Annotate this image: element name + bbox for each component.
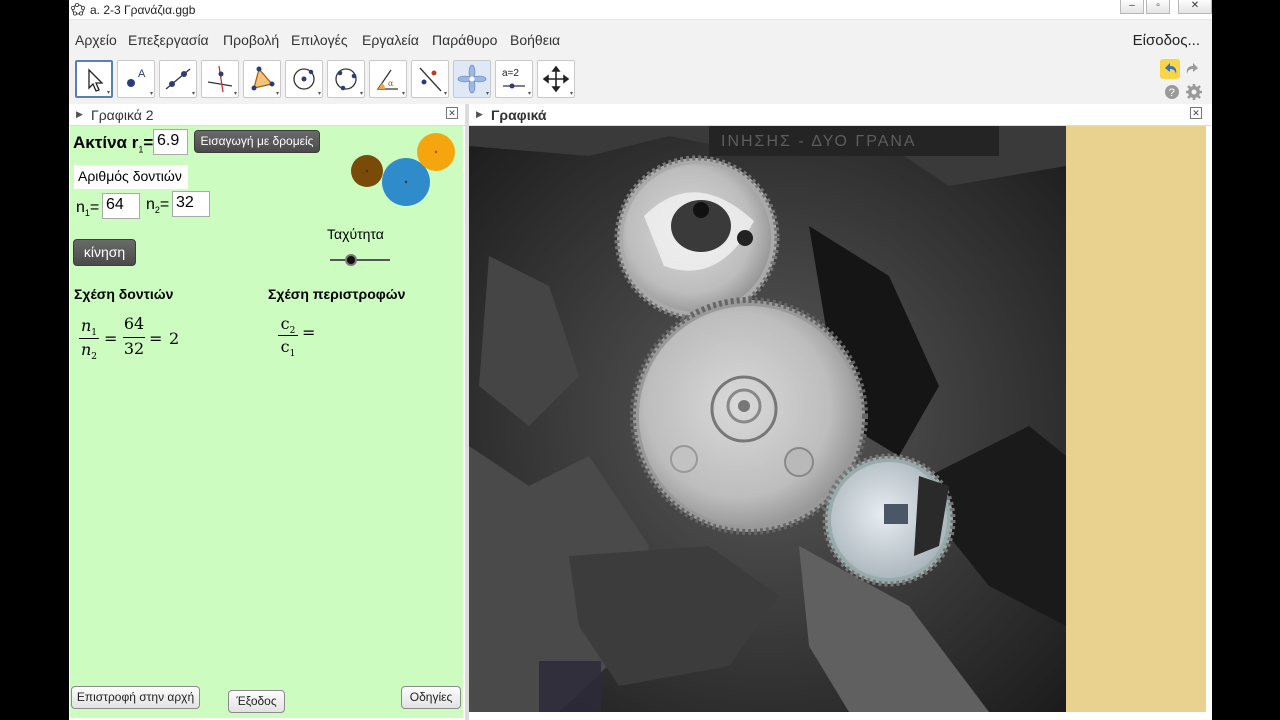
undo-icon[interactable] (1160, 59, 1180, 79)
close-panel-icon[interactable]: ✕ (1190, 107, 1202, 119)
circle-three-points-icon (335, 68, 357, 91)
geogebra-window: a. 2-3 Γρανάζια.ggb – ▫ ✕ Αρχείο Επεξεργ… (69, 0, 1212, 720)
menu-options[interactable]: Επιλογές (291, 32, 348, 48)
point-tool[interactable]: A ▾ (117, 60, 155, 98)
close-panel-icon[interactable]: ✕ (446, 107, 458, 119)
teeth-count-title: Αριθμός δοντιών (78, 168, 182, 184)
n2-input[interactable]: 32 (172, 191, 210, 217)
restore-button[interactable]: ▫ (1146, 0, 1170, 14)
graphics-header: ▶ Γραφικά ✕ (469, 104, 1212, 126)
perpendicular-line-icon (207, 65, 233, 93)
gears-preview (351, 133, 455, 206)
line-tool[interactable]: ▾ (159, 60, 197, 98)
svg-text:A: A (138, 68, 146, 80)
polygon-tool[interactable]: ▾ (243, 60, 281, 98)
menu-help[interactable]: Βοήθεια (510, 32, 560, 48)
slider-line-icon (503, 83, 525, 89)
teeth-formula-64: 64 (123, 314, 145, 333)
rotation-formula-c2: c2 (280, 314, 296, 337)
circle-three-points-tool[interactable]: ▾ (327, 60, 365, 98)
rotation-relation-title: Σχέση περιστροφών (268, 286, 406, 302)
point-icon: A (127, 68, 146, 87)
graphics-2-canvas[interactable]: Ακτίνα r1= 6.9 Εισαγωγή με δρομείς Αριθμ… (70, 126, 463, 718)
svg-text:?: ? (1169, 87, 1175, 99)
close-window-button[interactable]: ✕ (1178, 0, 1212, 14)
redo-icon[interactable] (1183, 59, 1203, 79)
move-cross-arrows-icon (542, 65, 570, 93)
motion-button[interactable]: κίνηση (73, 239, 136, 266)
teeth-formula-eq1: = (104, 329, 118, 348)
slider-input-button[interactable]: Εισαγωγή με δρομείς (194, 130, 320, 153)
back-to-start-button[interactable]: Επιστροφή στην αρχή (71, 686, 200, 709)
speed-label: Ταχύτητα (327, 226, 384, 242)
expand-arrow-icon[interactable]: ▶ (76, 109, 83, 120)
text-tool[interactable]: a=2 ▾ (495, 60, 533, 98)
graphics-2-title: Γραφικά 2 (91, 107, 154, 123)
angle-icon: α (376, 69, 398, 90)
gear-icon[interactable] (1184, 82, 1204, 102)
speed-slider-knob[interactable] (345, 254, 357, 266)
gears-photo-drawing: ΙΝΗΣΗΣ - ΔΥΟ ΓΡΑΝΑ (469, 126, 1066, 712)
perpendicular-tool[interactable]: ▾ (201, 60, 239, 98)
teeth-formula-n2: n2 (80, 340, 98, 363)
fraction-bar (79, 338, 99, 339)
graphics-panel: ▶ Γραφικά ✕ ΙΝΗΣΗΣ - ΔΥΟ ΓΡΑΝΑ (469, 104, 1212, 720)
graphics-2-panel: ▶ Γραφικά 2 ✕ Ακτίνα r1= 6.9 Εισαγωγή με… (69, 104, 465, 720)
move-graphics-view-tool[interactable]: ▾ (537, 60, 575, 98)
teeth-relation-title: Σχέση δοντιών (74, 286, 174, 302)
gears-photo: ΙΝΗΣΗΣ - ΔΥΟ ΓΡΑΝΑ (469, 126, 1066, 712)
photo-caption: ΙΝΗΣΗΣ - ΔΥΟ ΓΡΑΝΑ (721, 133, 917, 150)
small-gear-photo (822, 453, 956, 587)
title-bar: a. 2-3 Γρανάζια.ggb – ▫ ✕ (69, 0, 1212, 20)
menu-view[interactable]: Προβολή (223, 32, 279, 48)
teeth-formula-32: 32 (123, 339, 145, 358)
radius-input[interactable]: 6.9 (153, 129, 188, 155)
reflect-line-icon (419, 67, 442, 92)
svg-text:α: α (388, 79, 394, 88)
minimize-button[interactable]: – (1120, 0, 1144, 14)
angle-tool[interactable]: α ▾ (369, 60, 407, 98)
polygon-icon (251, 66, 275, 91)
expand-arrow-icon[interactable]: ▶ (476, 109, 483, 120)
teeth-formula-n1: n1 (80, 316, 98, 339)
menu-file[interactable]: Αρχείο (75, 32, 117, 48)
graphics-title: Γραφικά (491, 107, 547, 123)
menu-window[interactable]: Παράθυρο (432, 32, 497, 48)
instructions-button[interactable]: Οδηγίες (401, 686, 461, 709)
circle-center-icon (293, 68, 315, 90)
reflect-tool[interactable]: ▾ (411, 60, 449, 98)
sign-in-link[interactable]: Είσοδος... (1133, 32, 1200, 49)
rotation-formula-c1: c1 (280, 337, 296, 360)
menu-edit[interactable]: Επεξεργασία (128, 32, 209, 48)
slider-star-tool[interactable]: ▾ (453, 60, 491, 98)
n1-input[interactable]: 64 (102, 193, 140, 219)
menu-tools[interactable]: Εργαλεία (362, 32, 419, 48)
cursor-arrow-icon (88, 68, 104, 92)
move-tool[interactable]: ▾ (75, 60, 113, 98)
teeth-formula-eq2: = (149, 329, 163, 348)
speed-slider-track[interactable] (330, 259, 390, 261)
n1-label: n1= (76, 199, 100, 219)
fraction-bar (278, 335, 298, 336)
teeth-formula-result: 2 (169, 329, 180, 348)
graphics-2-header: ▶ Γραφικά 2 ✕ (69, 104, 465, 126)
n2-label: n2= (146, 196, 170, 216)
line-icon (165, 68, 191, 90)
fraction-bar (123, 337, 145, 338)
exit-button[interactable]: Έξοδος (228, 690, 285, 713)
graphics-canvas[interactable]: ΙΝΗΣΗΣ - ΔΥΟ ΓΡΑΝΑ (469, 126, 1206, 712)
help-icon[interactable]: ? (1162, 82, 1182, 102)
circle-tool[interactable]: ▾ (285, 60, 323, 98)
top-gear-photo (614, 155, 780, 321)
radius-label: Ακτίνα r1= (73, 133, 154, 155)
geogebra-app-icon (71, 2, 85, 16)
star-pattern-icon (457, 64, 487, 94)
menu-bar: Αρχείο Επεξεργασία Προβολή Επιλογές Εργα… (69, 28, 1212, 54)
rotation-formula-eq: = (302, 323, 316, 342)
window-title: a. 2-3 Γρανάζια.ggb (90, 3, 196, 17)
toolbar: ▾ A ▾ ▾ ▾ ▾ ▾ ▾ α ▾ ▾ ▾ a=2 ▾ ▾ ? (69, 56, 1212, 104)
screen-background: a. 2-3 Γρανάζια.ggb – ▫ ✕ Αρχείο Επεξεργ… (0, 0, 1280, 720)
